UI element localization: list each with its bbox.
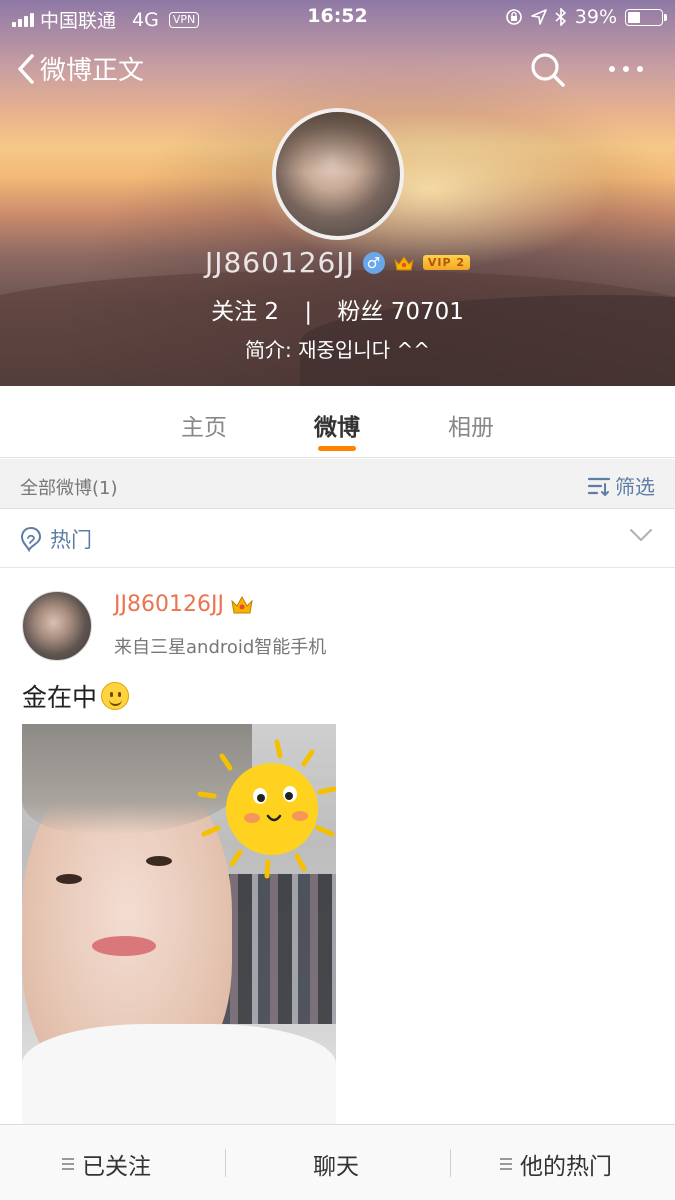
fans-count: 70701	[390, 299, 464, 325]
divider	[225, 1149, 226, 1177]
crown-icon[interactable]	[230, 594, 254, 616]
post-text-row: 金在中	[22, 678, 130, 714]
follow-stats: 关注 2 | 粉丝 70701	[0, 292, 675, 326]
filter-label: 筛选	[615, 475, 655, 499]
profile-avatar[interactable]	[272, 108, 404, 240]
status-right: 39%	[505, 6, 667, 28]
back-label: 微博正文	[40, 56, 145, 86]
post-source: 来自三星android智能手机	[114, 637, 327, 658]
image-shirt	[22, 1024, 336, 1124]
post-author-row: JJ860126JJ	[114, 592, 254, 617]
follow-count: 2	[264, 299, 280, 325]
profile-username-row: JJ860126JJ ♂ VIP 2	[0, 246, 675, 279]
sun-sticker-icon	[197, 739, 336, 879]
nav-bar: 微博正文	[0, 44, 675, 94]
avatar-hair-shade	[276, 112, 400, 172]
rotation-lock-icon	[505, 9, 522, 25]
image-lips	[92, 936, 156, 956]
menu-lines-icon	[500, 1158, 512, 1170]
bottom-action-bar: 已关注 聊天 他的热门	[0, 1124, 675, 1200]
profile-bio: 简介: 재중입니다 ^^	[245, 338, 430, 362]
tab-weibo[interactable]: 微博	[287, 408, 387, 442]
image-clothes-rack	[218, 874, 336, 1024]
image-eye	[146, 856, 172, 866]
follow-stat[interactable]: 关注 2	[211, 299, 279, 325]
chat-button[interactable]: 聊天	[313, 1147, 359, 1181]
location-icon	[530, 9, 547, 25]
chevron-left-icon	[18, 53, 34, 84]
chevron-down-icon[interactable]	[629, 528, 653, 542]
followed-label: 已关注	[82, 1154, 151, 1180]
post-author-name[interactable]: JJ860126JJ	[114, 592, 224, 617]
hot-sort-bar[interactable]: 热门	[0, 510, 675, 568]
battery-icon	[625, 8, 667, 26]
male-icon: ♂	[362, 251, 385, 274]
filter-button[interactable]: 筛选	[587, 471, 655, 500]
smile-emoji-icon	[101, 682, 130, 710]
post-count-label: 全部微博(1)	[20, 478, 118, 499]
post-image[interactable]	[22, 724, 336, 1124]
his-hot-button[interactable]: 他的热门	[500, 1147, 612, 1181]
bluetooth-icon	[555, 8, 566, 26]
profile-cover: 中国联通 4G VPN 16:52 39% 微博正文 JJ860126JJ ♂ …	[0, 0, 675, 386]
fans-stat[interactable]: 粉丝 70701	[337, 299, 463, 325]
crown-icon[interactable]	[393, 253, 415, 273]
followed-button[interactable]: 已关注	[62, 1147, 151, 1181]
tab-album[interactable]: 相册	[421, 408, 521, 442]
filter-bar: 全部微博(1) 筛选	[0, 459, 675, 509]
fans-label: 粉丝	[337, 299, 384, 325]
active-tab-indicator	[318, 446, 356, 451]
post-author-avatar[interactable]	[22, 591, 92, 661]
status-bar: 中国联通 4G VPN 16:52 39%	[0, 0, 675, 34]
tab-home[interactable]: 主页	[154, 408, 254, 442]
hot-label: 热门	[50, 528, 92, 552]
more-icon[interactable]	[604, 54, 648, 84]
vip-badge[interactable]: VIP 2	[422, 255, 471, 270]
divider	[450, 1149, 451, 1177]
image-eye	[56, 874, 82, 884]
profile-tabs: 主页 微博 相册	[0, 386, 675, 458]
profile-username: JJ860126JJ	[204, 246, 355, 279]
his-hot-label: 他的热门	[520, 1154, 612, 1180]
battery-percent: 39%	[574, 6, 617, 28]
post-text: 金在中	[22, 683, 98, 712]
back-button[interactable]: 微博正文	[16, 50, 144, 87]
filter-icon	[587, 477, 611, 496]
search-icon[interactable]	[528, 50, 568, 90]
menu-lines-icon	[62, 1158, 74, 1170]
chat-label: 聊天	[313, 1154, 359, 1180]
follow-label: 关注	[211, 299, 258, 325]
stats-separator: |	[304, 299, 313, 325]
hot-sort[interactable]: 热门	[20, 524, 92, 554]
hot-icon	[20, 526, 42, 552]
